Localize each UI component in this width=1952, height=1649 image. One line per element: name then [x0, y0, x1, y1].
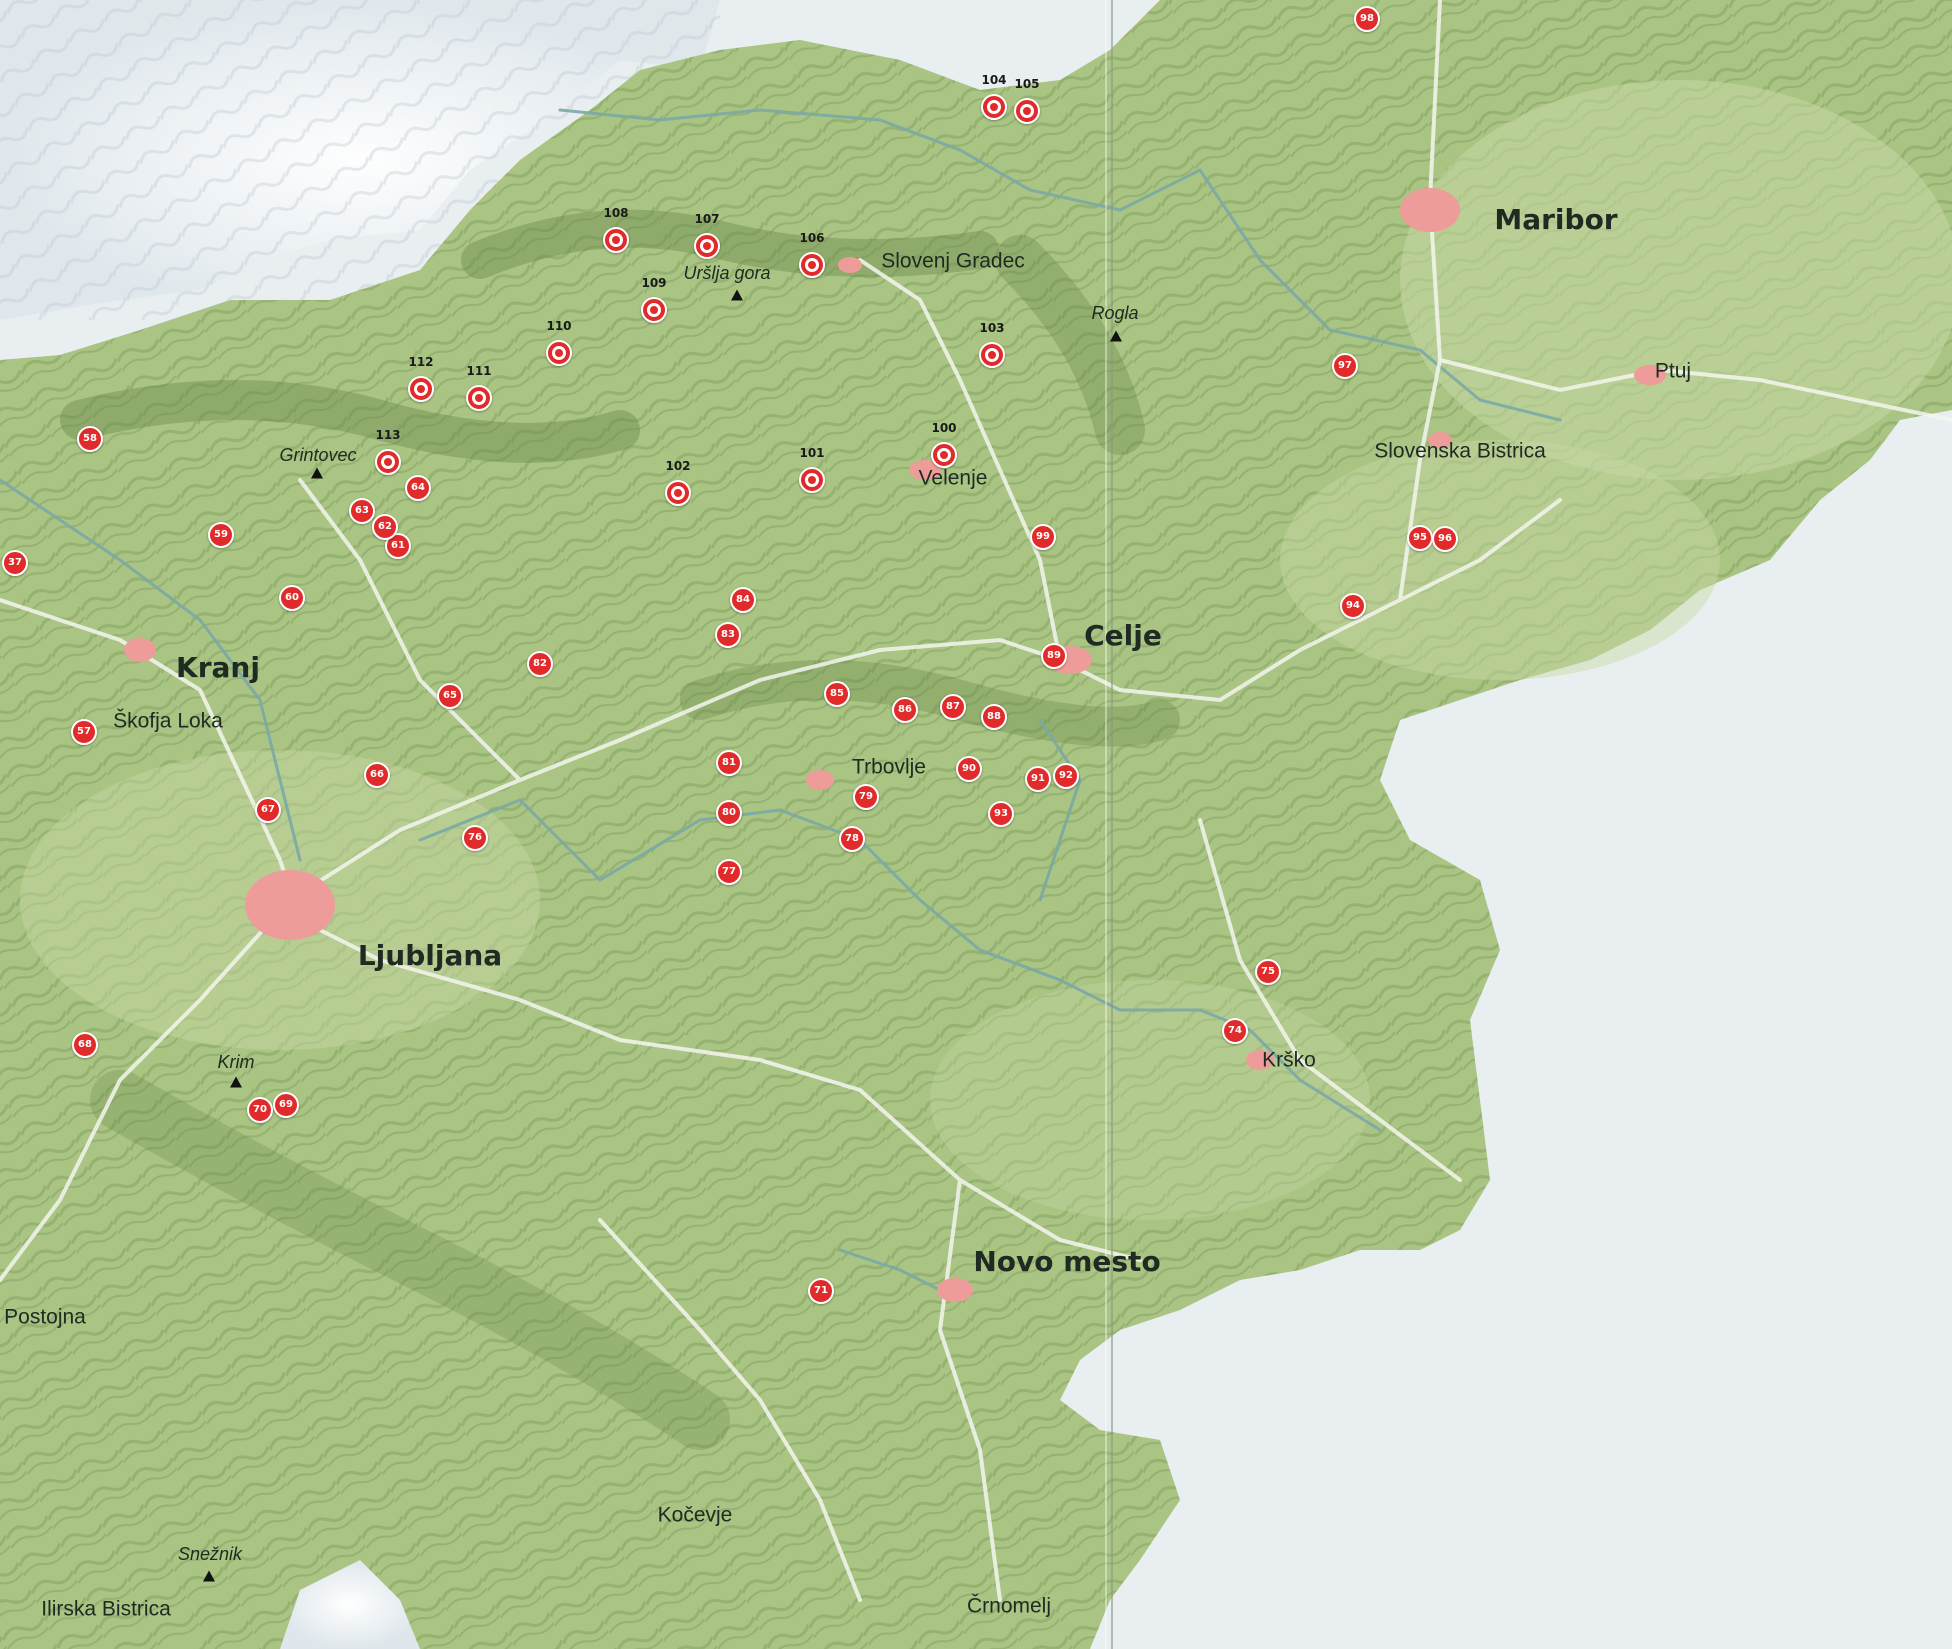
route-marker-90[interactable]: 90	[956, 756, 982, 782]
route-marker-83[interactable]: 83	[715, 622, 741, 648]
route-marker-84[interactable]: 84	[730, 587, 756, 613]
peak-icon	[203, 1570, 215, 1582]
summit-marker-105[interactable]	[1014, 98, 1040, 124]
route-marker-78[interactable]: 78	[839, 826, 865, 852]
summit-marker-100[interactable]	[931, 442, 957, 468]
route-marker-86[interactable]: 86	[892, 697, 918, 723]
route-marker-99[interactable]: 99	[1030, 524, 1056, 550]
route-marker-93[interactable]: 93	[988, 801, 1014, 827]
summit-marker-111[interactable]	[466, 385, 492, 411]
route-marker-98[interactable]: 98	[1354, 6, 1380, 32]
route-marker-81[interactable]: 81	[716, 750, 742, 776]
route-marker-71[interactable]: 71	[808, 1278, 834, 1304]
summit-marker-107[interactable]	[694, 233, 720, 259]
route-marker-94[interactable]: 94	[1340, 593, 1366, 619]
summit-marker-101[interactable]	[799, 467, 825, 493]
route-marker-74[interactable]: 74	[1222, 1018, 1248, 1044]
route-marker-80[interactable]: 80	[716, 800, 742, 826]
route-marker-68[interactable]: 68	[72, 1032, 98, 1058]
route-marker-59[interactable]: 59	[208, 522, 234, 548]
peak-icon	[1110, 330, 1122, 342]
route-marker-97[interactable]: 97	[1332, 353, 1358, 379]
route-marker-89[interactable]: 89	[1041, 643, 1067, 669]
route-marker-67[interactable]: 67	[255, 797, 281, 823]
route-marker-95[interactable]: 95	[1407, 525, 1433, 551]
route-marker-92[interactable]: 92	[1053, 763, 1079, 789]
route-marker-77[interactable]: 77	[716, 859, 742, 885]
route-marker-70[interactable]: 70	[247, 1097, 273, 1123]
route-marker-88[interactable]: 88	[981, 704, 1007, 730]
route-marker-63[interactable]: 63	[349, 498, 375, 524]
summit-marker-112[interactable]	[408, 376, 434, 402]
route-marker-60[interactable]: 60	[279, 585, 305, 611]
map-terrain	[0, 0, 1952, 1649]
summit-marker-109[interactable]	[641, 297, 667, 323]
summit-marker-102[interactable]	[665, 480, 691, 506]
route-marker-82[interactable]: 82	[527, 651, 553, 677]
summit-marker-106[interactable]	[799, 252, 825, 278]
route-marker-64[interactable]: 64	[405, 475, 431, 501]
route-marker-37[interactable]: 37	[2, 550, 28, 576]
route-marker-65[interactable]: 65	[437, 683, 463, 709]
summit-marker-103[interactable]	[979, 342, 1005, 368]
route-marker-76[interactable]: 76	[462, 825, 488, 851]
route-marker-62[interactable]: 62	[372, 514, 398, 540]
map-view[interactable]: Maribor Celje Kranj Ljubljana Novo mesto…	[0, 0, 1952, 1649]
route-marker-75[interactable]: 75	[1255, 959, 1281, 985]
peak-icon	[311, 467, 323, 479]
summit-marker-113[interactable]	[375, 449, 401, 475]
summit-marker-108[interactable]	[603, 227, 629, 253]
route-marker-96[interactable]: 96	[1432, 526, 1458, 552]
route-marker-57[interactable]: 57	[71, 719, 97, 745]
route-marker-66[interactable]: 66	[364, 762, 390, 788]
summit-marker-104[interactable]	[981, 94, 1007, 120]
peak-icon	[731, 289, 743, 301]
route-marker-85[interactable]: 85	[824, 681, 850, 707]
peak-icon	[230, 1076, 242, 1088]
route-marker-91[interactable]: 91	[1025, 766, 1051, 792]
route-marker-87[interactable]: 87	[940, 694, 966, 720]
summit-marker-110[interactable]	[546, 340, 572, 366]
route-marker-69[interactable]: 69	[273, 1092, 299, 1118]
route-marker-79[interactable]: 79	[853, 784, 879, 810]
route-marker-58[interactable]: 58	[77, 426, 103, 452]
